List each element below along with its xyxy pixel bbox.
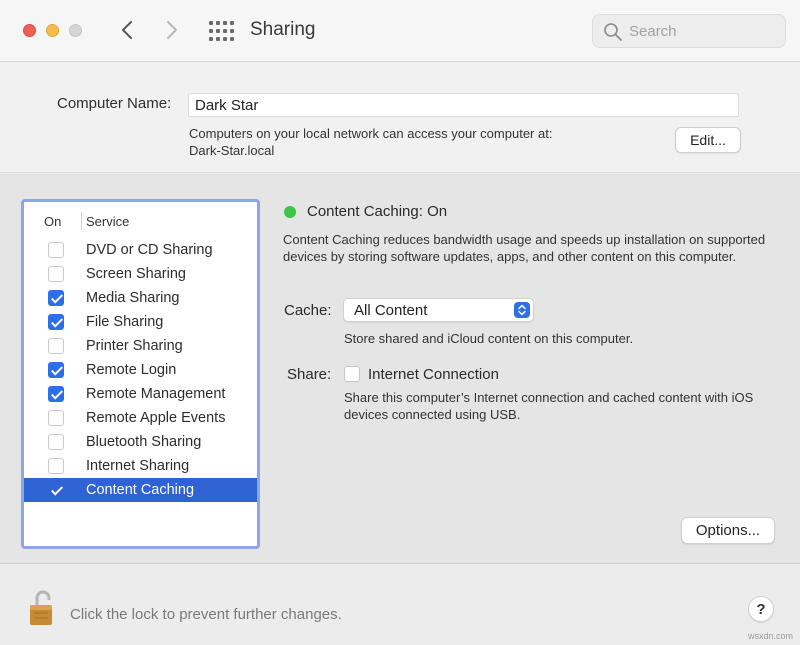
cache-selected-value: All Content xyxy=(354,302,428,319)
search-box[interactable] xyxy=(592,14,786,48)
close-window-button[interactable] xyxy=(23,24,36,37)
service-checkbox[interactable] xyxy=(48,482,64,498)
service-checkbox[interactable] xyxy=(48,242,64,258)
service-status: Content Caching: On xyxy=(307,203,448,220)
service-label: DVD or CD Sharing xyxy=(86,242,213,258)
service-label: Media Sharing xyxy=(86,290,180,306)
service-label: Remote Management xyxy=(86,386,226,402)
service-row[interactable]: Bluetooth Sharing xyxy=(24,430,257,454)
internet-connection-option[interactable]: Internet Connection xyxy=(368,366,499,383)
service-row[interactable]: Screen Sharing xyxy=(24,262,257,286)
lock-button[interactable] xyxy=(28,589,58,630)
local-address-info: Computers on your local network can acce… xyxy=(189,125,552,159)
share-label: Share: xyxy=(287,366,332,383)
service-description: Content Caching reduces bandwidth usage … xyxy=(283,232,766,264)
unlocked-padlock-icon xyxy=(30,590,52,625)
column-header-service[interactable]: Service xyxy=(86,214,129,229)
computer-name-field[interactable]: Dark Star xyxy=(188,93,739,117)
local-hostname: Dark-Star.local xyxy=(189,143,275,158)
service-label: Bluetooth Sharing xyxy=(86,434,202,450)
service-checkbox[interactable] xyxy=(48,458,64,474)
show-all-grid-button[interactable] xyxy=(207,20,234,42)
service-label: Printer Sharing xyxy=(86,338,183,354)
zoom-window-button[interactable] xyxy=(69,24,82,37)
service-row[interactable]: Media Sharing xyxy=(24,286,257,310)
service-row[interactable]: DVD or CD Sharing xyxy=(24,238,257,262)
computer-name-section: Computer Name: Dark Star Computers on yo… xyxy=(0,63,800,173)
forward-button[interactable] xyxy=(160,17,184,43)
watermark: wsxdn.com xyxy=(748,631,794,641)
service-checkbox[interactable] xyxy=(48,338,64,354)
chevron-left-icon xyxy=(122,21,132,39)
computer-name-label: Computer Name: xyxy=(57,95,172,112)
service-checkbox[interactable] xyxy=(48,266,64,282)
popup-arrows-icon xyxy=(514,302,530,318)
cache-note: Store shared and iCloud content on this … xyxy=(344,331,634,346)
edit-hostname-button[interactable]: Edit... xyxy=(675,127,741,153)
service-label: Content Caching xyxy=(86,482,195,498)
service-label: Screen Sharing xyxy=(86,266,186,282)
service-label: Remote Apple Events xyxy=(86,410,226,426)
service-row[interactable]: Remote Apple Events xyxy=(24,406,257,430)
service-checkbox[interactable] xyxy=(48,434,64,450)
sharing-main-panel: On Service DVD or CD Sharing Screen Shari… xyxy=(0,174,800,564)
service-row[interactable]: Printer Sharing xyxy=(24,334,257,358)
chevron-right-icon xyxy=(167,21,177,39)
title-bar: Sharing xyxy=(0,0,800,62)
help-button[interactable]: ? xyxy=(748,596,774,622)
service-row[interactable]: Internet Sharing xyxy=(24,454,257,478)
window-title: Sharing xyxy=(250,19,316,40)
search-input[interactable] xyxy=(629,23,779,40)
service-checkbox[interactable] xyxy=(48,314,64,330)
lock-hint-text: Click the lock to prevent further change… xyxy=(70,606,342,623)
internet-connection-checkbox[interactable] xyxy=(344,366,360,382)
back-button[interactable] xyxy=(115,17,139,43)
services-list-header: On Service xyxy=(24,202,257,238)
status-indicator-dot xyxy=(284,206,296,218)
minimize-window-button[interactable] xyxy=(46,24,59,37)
service-checkbox[interactable] xyxy=(48,410,64,426)
service-row[interactable]: Remote Login xyxy=(24,358,257,382)
service-row[interactable]: File Sharing xyxy=(24,310,257,334)
service-row[interactable]: Content Caching xyxy=(24,478,257,502)
column-header-on[interactable]: On xyxy=(44,214,61,229)
service-row[interactable]: Remote Management xyxy=(24,382,257,406)
service-label: Remote Login xyxy=(86,362,177,378)
cache-popup-button[interactable]: All Content xyxy=(343,298,534,322)
options-button[interactable]: Options... xyxy=(681,517,775,544)
local-address-description: Computers on your local network can acce… xyxy=(189,126,553,141)
column-divider xyxy=(81,212,82,230)
service-checkbox[interactable] xyxy=(48,290,64,306)
search-icon xyxy=(604,23,622,41)
service-label: Internet Sharing xyxy=(86,458,190,474)
service-checkbox[interactable] xyxy=(48,386,64,402)
footer-bar: Click the lock to prevent further change… xyxy=(0,565,800,645)
share-note: Share this computer’s Internet connectio… xyxy=(344,390,754,422)
service-label: File Sharing xyxy=(86,314,164,330)
cache-label: Cache: xyxy=(284,302,332,319)
service-checkbox[interactable] xyxy=(48,362,64,378)
services-list[interactable]: On Service DVD or CD Sharing Screen Shari… xyxy=(21,199,260,549)
